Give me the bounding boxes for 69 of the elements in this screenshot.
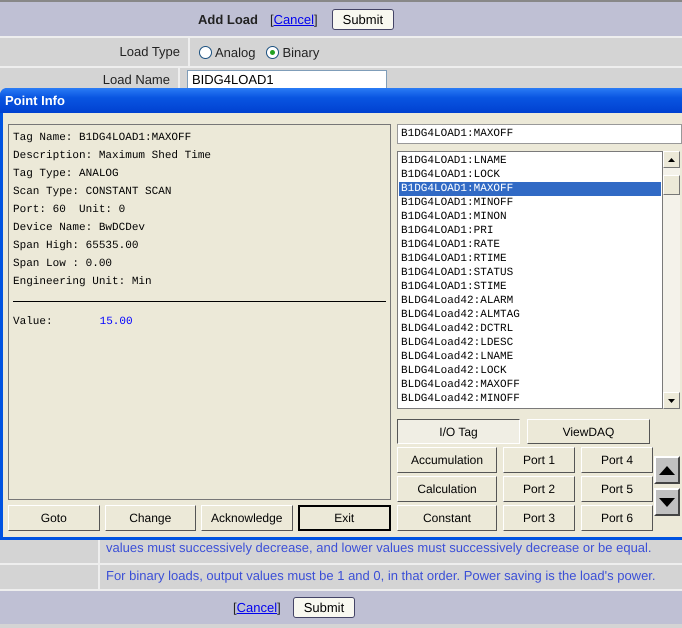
info-line: Port: 60 Unit: 0 [13, 203, 126, 218]
submit-button[interactable]: Submit [292, 597, 356, 618]
cancel-text: [Cancel] [270, 12, 318, 26]
list-item[interactable]: B1DG4LOAD1:LOCK [399, 168, 661, 182]
input-field[interactable]: BIDG4LOAD1 [187, 70, 387, 89]
info-line: Span Low : 0.00 [13, 257, 114, 272]
value-label: Value: [13, 316, 54, 328]
tag-field[interactable]: B1DG4LOAD1:MAXOFF [397, 124, 682, 144]
scroll-up-button[interactable] [663, 151, 680, 168]
cancel-link[interactable]: Cancel [274, 12, 314, 26]
list-item[interactable]: BLDG4Load42:MAXOFF [399, 378, 661, 392]
submit-button[interactable]: Submit [332, 8, 394, 30]
info-line: Scan Type: CONSTANT SCAN [13, 185, 172, 200]
form-title: Add Load [198, 12, 258, 26]
list-item[interactable]: B1DG4LOAD1:MAXOFF [399, 182, 661, 196]
type-button[interactable]: Port 4 [581, 447, 653, 473]
radio-button[interactable] [199, 46, 212, 58]
list-item[interactable]: B1DG4LOAD1:STATUS [399, 266, 661, 280]
type-button[interactable]: Calculation [397, 476, 497, 502]
radio-label[interactable]: Analog [215, 44, 256, 60]
cancel-text: [Cancel] [233, 600, 281, 615]
list-item[interactable]: B1DG4LOAD1:LNAME [399, 154, 661, 168]
view-button[interactable]: ViewDAQ [527, 419, 650, 444]
info-line: Engineering Unit: Min [13, 275, 153, 290]
radio-button[interactable] [266, 46, 280, 58]
info-line: Device Name: BwDCDev [13, 221, 146, 236]
help-text: values must successively decrease, and lower values must successively decrease or be equal. [105, 539, 653, 557]
page-up-button[interactable] [654, 456, 680, 484]
help-text: For binary loads, output values must be 1 and 0, in that order. Power saving is the load's power. [105, 567, 657, 585]
type-button[interactable]: Accumulation [397, 447, 497, 473]
list-item[interactable]: B1DG4LOAD1:STIME [399, 280, 661, 294]
up-triangle-icon [659, 466, 675, 474]
cancel-link[interactable]: Cancel [236, 600, 278, 615]
scroll-down-button[interactable] [663, 392, 680, 409]
list-item[interactable]: BLDG4Load42:LOCK [399, 364, 661, 378]
list-item[interactable]: BLDG4Load42:LNAME [399, 350, 661, 364]
list-item[interactable]: B1DG4LOAD1:RATE [399, 238, 661, 252]
type-button[interactable]: Port 5 [581, 476, 653, 502]
info-line: Tag Name: B1DG4LOAD1:MAXOFF [13, 131, 192, 146]
radio-label[interactable]: Binary [282, 44, 320, 60]
list-item[interactable]: BLDG4Load42:LDESC [399, 336, 661, 350]
dialog-button[interactable]: Change [104, 505, 196, 531]
view-button[interactable]: I/O Tag [397, 419, 520, 444]
list-item[interactable]: BLDG4Load42:MINOFF [399, 392, 661, 406]
list-item[interactable]: BLDG4Load42:ALARM [399, 294, 661, 308]
list-item[interactable]: BLDG4Load42:ALMTAG [399, 308, 661, 322]
scroll-thumb[interactable] [663, 175, 680, 195]
up-arrow-icon [668, 158, 675, 162]
list-item[interactable]: B1DG4LOAD1:MINON [399, 210, 661, 224]
dialog-button[interactable]: Exit [298, 505, 391, 531]
type-button[interactable]: Port 3 [503, 505, 575, 531]
list-item[interactable]: B1DG4LOAD1:RTIME [399, 252, 661, 266]
down-arrow-icon [668, 398, 675, 402]
info-line: Span High: 65535.00 [13, 239, 140, 254]
list-item[interactable]: B1DG4LOAD1:MINOFF [399, 196, 661, 210]
type-button[interactable]: Constant [397, 505, 497, 531]
down-triangle-icon [659, 498, 675, 506]
page-down-button[interactable] [654, 488, 680, 516]
dialog-button[interactable]: Acknowledge [201, 505, 292, 531]
info-line: Tag Type: ANALOG [13, 167, 120, 182]
type-button[interactable]: Port 2 [503, 476, 575, 502]
list-item[interactable]: B1DG4LOAD1:PRI [399, 224, 661, 238]
dialog-button[interactable]: Goto [8, 505, 100, 531]
type-button[interactable]: Port 1 [503, 447, 575, 473]
type-button[interactable]: Port 6 [581, 505, 653, 531]
value-text: 15.00 [100, 316, 133, 328]
list-item[interactable]: BLDG4Load42:DCTRL [399, 322, 661, 336]
field-label: Load Type [0, 38, 190, 66]
info-line: Description: Maximum Shed Time [13, 149, 212, 164]
